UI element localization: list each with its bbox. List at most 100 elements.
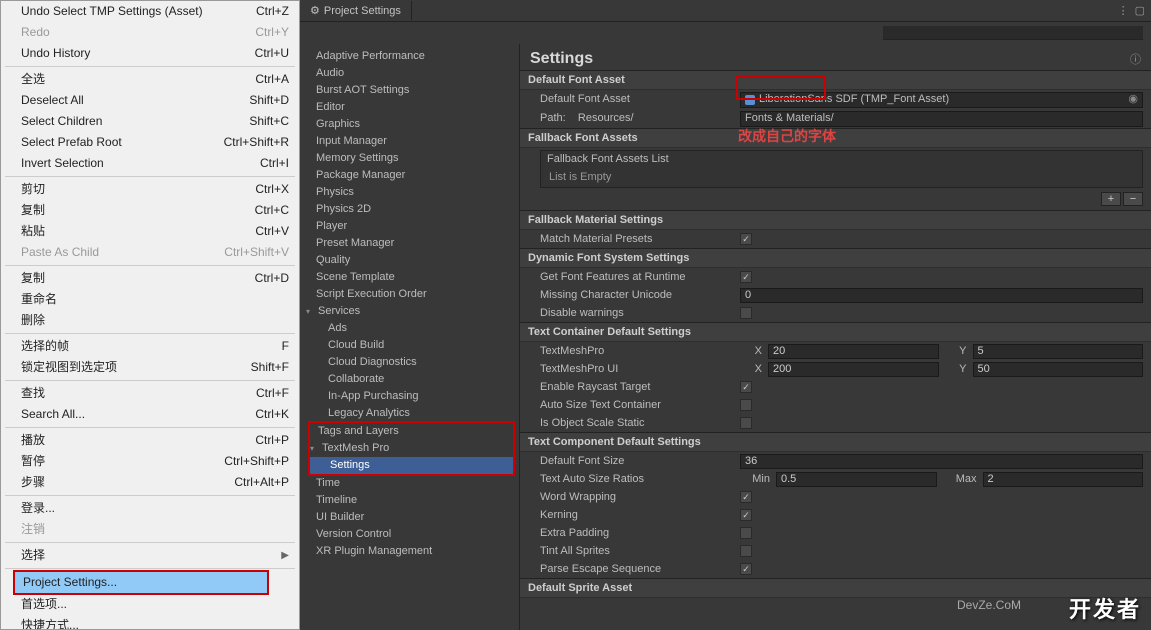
parse-escape-label: Parse Escape Sequence <box>540 562 740 577</box>
tree-burst[interactable]: Burst AOT Settings <box>300 82 519 99</box>
menu-search-all[interactable]: Search All...Ctrl+K <box>1 404 299 425</box>
menu-cut[interactable]: 剪切Ctrl+X <box>1 179 299 200</box>
menu-copy[interactable]: 复制Ctrl+C <box>1 200 299 221</box>
min-ratio-input[interactable] <box>776 472 937 487</box>
menu-invert-selection[interactable]: Invert SelectionCtrl+I <box>1 153 299 174</box>
tree-editor[interactable]: Editor <box>300 99 519 116</box>
get-font-features-checkbox[interactable]: ✓ <box>740 271 752 283</box>
tree-scene-template[interactable]: Scene Template <box>300 269 519 286</box>
list-remove-button[interactable]: − <box>1123 192 1143 206</box>
tree-iap[interactable]: In-App Purchasing <box>300 388 519 405</box>
submenu-arrow-icon: ▶ <box>281 548 289 563</box>
tree-adaptive-performance[interactable]: Adaptive Performance <box>300 48 519 65</box>
menu-pause[interactable]: 暂停Ctrl+Shift+P <box>1 451 299 472</box>
default-font-size-input[interactable] <box>740 454 1143 469</box>
tree-services[interactable]: Services <box>300 303 519 320</box>
maximize-icon[interactable]: ▢ <box>1135 4 1145 17</box>
object-picker-icon[interactable]: ◉ <box>1128 92 1138 107</box>
parse-escape-checkbox[interactable]: ✓ <box>740 563 752 575</box>
tree-audio[interactable]: Audio <box>300 65 519 82</box>
is-object-scale-label: Is Object Scale Static <box>540 416 740 431</box>
tree-quality[interactable]: Quality <box>300 252 519 269</box>
tree-time[interactable]: Time <box>300 475 519 492</box>
menu-rename[interactable]: 重命名 <box>1 289 299 310</box>
menu-paste-as-child[interactable]: Paste As ChildCtrl+Shift+V <box>1 242 299 263</box>
annotation-highlight: Project Settings... <box>13 570 269 595</box>
menu-preferences[interactable]: 首选项... <box>1 594 299 615</box>
menu-undo-history[interactable]: Undo HistoryCtrl+U <box>1 43 299 64</box>
menu-step[interactable]: 步骤Ctrl+Alt+P <box>1 472 299 493</box>
auto-size-container-checkbox[interactable] <box>740 399 752 411</box>
path-field[interactable]: Fonts & Materials/ <box>740 111 1143 127</box>
tree-input-manager[interactable]: Input Manager <box>300 133 519 150</box>
menu-delete[interactable]: 删除 <box>1 310 299 331</box>
tree-graphics[interactable]: Graphics <box>300 116 519 133</box>
menu-duplicate[interactable]: 复制Ctrl+D <box>1 268 299 289</box>
gear-icon: ⚙ <box>310 4 320 17</box>
tab-label: Project Settings <box>324 5 401 17</box>
tree-xr[interactable]: XR Plugin Management <box>300 543 519 560</box>
tree-physics2d[interactable]: Physics 2D <box>300 201 519 218</box>
tmp-x-input[interactable] <box>768 344 939 359</box>
menu-select-all[interactable]: 全选Ctrl+A <box>1 69 299 90</box>
menu-group-5: 选择的帧F 锁定视图到选定项Shift+F <box>1 336 299 378</box>
menu-paste[interactable]: 粘贴Ctrl+V <box>1 221 299 242</box>
tint-sprites-checkbox[interactable] <box>740 545 752 557</box>
tree-preset-manager[interactable]: Preset Manager <box>300 235 519 252</box>
tree-physics[interactable]: Physics <box>300 184 519 201</box>
tree-player[interactable]: Player <box>300 218 519 235</box>
disable-warnings-checkbox[interactable] <box>740 307 752 319</box>
missing-char-label: Missing Character Unicode <box>540 288 740 303</box>
tmp-y-input[interactable] <box>973 344 1144 359</box>
auto-size-container-label: Auto Size Text Container <box>540 398 740 413</box>
missing-char-input[interactable] <box>740 288 1143 303</box>
match-material-checkbox[interactable]: ✓ <box>740 233 752 245</box>
menu-lock-view[interactable]: 锁定视图到选定项Shift+F <box>1 357 299 378</box>
separator <box>5 495 295 496</box>
is-object-scale-checkbox[interactable] <box>740 417 752 429</box>
menu-undo[interactable]: Undo Select TMP Settings (Asset)Ctrl+Z <box>1 1 299 22</box>
tree-cloud-build[interactable]: Cloud Build <box>300 337 519 354</box>
search-input[interactable] <box>883 26 1143 40</box>
menu-frame-selected[interactable]: 选择的帧F <box>1 336 299 357</box>
menu-find[interactable]: 查找Ctrl+F <box>1 383 299 404</box>
enable-raycast-checkbox[interactable]: ✓ <box>740 381 752 393</box>
tab-menu-icon[interactable]: ⋮ <box>1118 4 1129 17</box>
section-container: Text Container Default Settings <box>520 322 1151 342</box>
menu-sign-out[interactable]: 注销 <box>1 519 299 540</box>
list-add-button[interactable]: + <box>1101 192 1121 206</box>
tree-ads[interactable]: Ads <box>300 320 519 337</box>
tree-package-manager[interactable]: Package Manager <box>300 167 519 184</box>
menu-play[interactable]: 播放Ctrl+P <box>1 430 299 451</box>
tree-tmp-settings[interactable]: Settings <box>310 457 513 474</box>
tmpui-x-input[interactable] <box>768 362 939 377</box>
separator <box>5 380 295 381</box>
tree-legacy-analytics[interactable]: Legacy Analytics <box>300 405 519 422</box>
menu-select-prefab-root[interactable]: Select Prefab RootCtrl+Shift+R <box>1 132 299 153</box>
menu-shortcuts[interactable]: 快捷方式... <box>1 615 299 630</box>
max-ratio-input[interactable] <box>983 472 1144 487</box>
menu-select-children[interactable]: Select ChildrenShift+C <box>1 111 299 132</box>
word-wrap-checkbox[interactable]: ✓ <box>740 491 752 503</box>
tree-cloud-diag[interactable]: Cloud Diagnostics <box>300 354 519 371</box>
help-icon[interactable]: ⓘ <box>1130 51 1141 67</box>
separator <box>5 427 295 428</box>
tree-memory[interactable]: Memory Settings <box>300 150 519 167</box>
tree-timeline[interactable]: Timeline <box>300 492 519 509</box>
tree-tags-layers[interactable]: Tags and Layers <box>310 423 513 440</box>
menu-project-settings[interactable]: Project Settings... <box>15 572 267 593</box>
menu-sign-in[interactable]: 登录... <box>1 498 299 519</box>
tmpui-y-input[interactable] <box>973 362 1144 377</box>
tree-version-control[interactable]: Version Control <box>300 526 519 543</box>
extra-padding-checkbox[interactable] <box>740 527 752 539</box>
tree-script-exec[interactable]: Script Execution Order <box>300 286 519 303</box>
tree-textmesh-pro[interactable]: TextMesh Pro <box>310 440 513 457</box>
menu-redo[interactable]: RedoCtrl+Y <box>1 22 299 43</box>
menu-deselect-all[interactable]: Deselect AllShift+D <box>1 90 299 111</box>
tmpui-label: TextMeshPro UI <box>540 362 740 377</box>
menu-selection[interactable]: 选择▶ <box>1 545 299 566</box>
kerning-checkbox[interactable]: ✓ <box>740 509 752 521</box>
tab-project-settings[interactable]: ⚙ Project Settings <box>300 1 412 20</box>
tree-collab[interactable]: Collaborate <box>300 371 519 388</box>
tree-ui-builder[interactable]: UI Builder <box>300 509 519 526</box>
